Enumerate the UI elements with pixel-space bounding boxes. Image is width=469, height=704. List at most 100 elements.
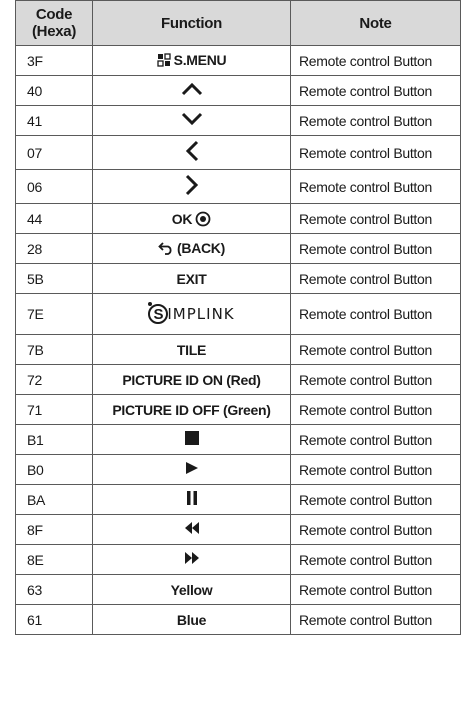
header-note: Note (290, 0, 461, 46)
back-arrow-icon (158, 241, 174, 255)
function-cell: OK (92, 203, 291, 234)
function-content: (BACK) (158, 240, 225, 256)
table-row: 3F S.MENU Remote control Button (15, 45, 461, 76)
function-content: PICTURE ID OFF (Green) (112, 401, 271, 418)
function-content (181, 82, 203, 96)
note-cell: Remote control Button (290, 604, 461, 635)
function-content: S IMPLINK (148, 302, 235, 324)
code-cell: B0 (15, 454, 93, 485)
note-cell: Remote control Button (290, 293, 461, 335)
function-label: Yellow (170, 581, 213, 598)
table-row: 44 OK Remote control Button (15, 203, 461, 234)
table-row: 07 Remote control Button (15, 135, 461, 170)
note-cell: Remote control Button (290, 263, 461, 294)
function-label: PICTURE ID OFF (Green) (112, 401, 271, 418)
table-row: 28 (BACK) Remote control Button (15, 233, 461, 264)
note-cell: Remote control Button (290, 135, 461, 170)
table-row: 7B TILE Remote control Button (15, 334, 461, 365)
header-code: Code (Hexa) (15, 0, 93, 46)
function-label: S.MENU (173, 51, 227, 68)
stop-icon (184, 431, 199, 445)
function-label: (BACK) (177, 239, 225, 256)
function-label: EXIT (176, 270, 207, 287)
function-content (185, 140, 199, 162)
code-cell: 07 (15, 135, 93, 170)
code-cell: 8E (15, 544, 93, 575)
chevron-right-icon (185, 174, 199, 196)
function-cell (92, 75, 291, 106)
table-row: 8F Remote control Button (15, 514, 461, 545)
function-content: S.MENU (157, 52, 227, 68)
remote-code-table: Code (Hexa) Function Note 3F S.MENU Remote … (15, 0, 461, 635)
table-row: 72 PICTURE ID ON (Red) Remote control Butt… (15, 364, 461, 395)
code-cell: 72 (15, 364, 93, 395)
code-cell: 7E (15, 293, 93, 335)
note-cell: Remote control Button (290, 544, 461, 575)
note-cell: Remote control Button (290, 394, 461, 425)
ok-target-icon (195, 211, 211, 227)
smenu-icon (157, 52, 171, 67)
code-cell: 40 (15, 75, 93, 106)
code-cell: 3F (15, 45, 93, 76)
function-content (185, 174, 199, 196)
code-cell: 5B (15, 263, 93, 294)
function-content (185, 461, 199, 475)
function-cell (92, 544, 291, 575)
fast-forward-icon (184, 551, 200, 565)
note-cell: Remote control Button (290, 484, 461, 515)
function-content: PICTURE ID ON (Red) (122, 371, 261, 388)
table-row: 8E Remote control Button (15, 544, 461, 575)
simplink-logo: S IMPLINK (148, 302, 235, 324)
function-cell (92, 424, 291, 455)
function-content: EXIT (177, 271, 207, 287)
function-cell: Yellow (92, 574, 291, 605)
function-cell: EXIT (92, 263, 291, 294)
note-cell: Remote control Button (290, 45, 461, 76)
code-cell: 63 (15, 574, 93, 605)
table-row: 40 Remote control Button (15, 75, 461, 106)
play-icon (185, 461, 199, 475)
function-label: TILE (176, 341, 207, 358)
code-cell: 7B (15, 334, 93, 365)
table-row: B1 Remote control Button (15, 424, 461, 455)
table-row: 7E S IMPLINK Remote control Button (15, 293, 461, 335)
note-cell: Remote control Button (290, 514, 461, 545)
pause-icon (186, 491, 197, 505)
function-label: Blue (176, 611, 207, 628)
function-label: PICTURE ID ON (Red) (122, 371, 261, 388)
note-cell: Remote control Button (290, 454, 461, 485)
note-cell: Remote control Button (290, 574, 461, 605)
rewind-icon (184, 521, 200, 535)
table-row: 5B EXIT Remote control Button (15, 263, 461, 294)
function-cell: PICTURE ID OFF (Green) (92, 394, 291, 425)
function-cell: PICTURE ID ON (Red) (92, 364, 291, 395)
table-row: 41 Remote control Button (15, 105, 461, 136)
function-cell (92, 169, 291, 204)
function-label: OK (171, 210, 193, 227)
table-row: 71 PICTURE ID OFF (Green) Remote control B… (15, 394, 461, 425)
note-cell: Remote control Button (290, 334, 461, 365)
code-table-container: Code (Hexa) Function Note 3F S.MENU Remote … (15, 0, 461, 635)
chevron-up-icon (181, 82, 203, 96)
table-row: B0 Remote control Button (15, 454, 461, 485)
function-content (184, 431, 199, 445)
function-cell: (BACK) (92, 233, 291, 264)
simplink-text: IMPLINK (167, 305, 235, 323)
code-cell: 8F (15, 514, 93, 545)
function-content (181, 112, 203, 126)
note-cell: Remote control Button (290, 233, 461, 264)
code-cell: BA (15, 484, 93, 515)
code-cell: 61 (15, 604, 93, 635)
code-cell: 06 (15, 169, 93, 204)
code-cell: 71 (15, 394, 93, 425)
note-cell: Remote control Button (290, 364, 461, 395)
code-cell: 44 (15, 203, 93, 234)
header-code-line1: Code (35, 6, 73, 23)
note-cell: Remote control Button (290, 75, 461, 106)
function-content: TILE (177, 342, 206, 358)
simplink-ring-icon: S (148, 302, 169, 324)
function-cell: S IMPLINK (92, 293, 291, 335)
function-content: Yellow (171, 582, 213, 598)
function-cell: TILE (92, 334, 291, 365)
chevron-left-icon (185, 140, 199, 162)
